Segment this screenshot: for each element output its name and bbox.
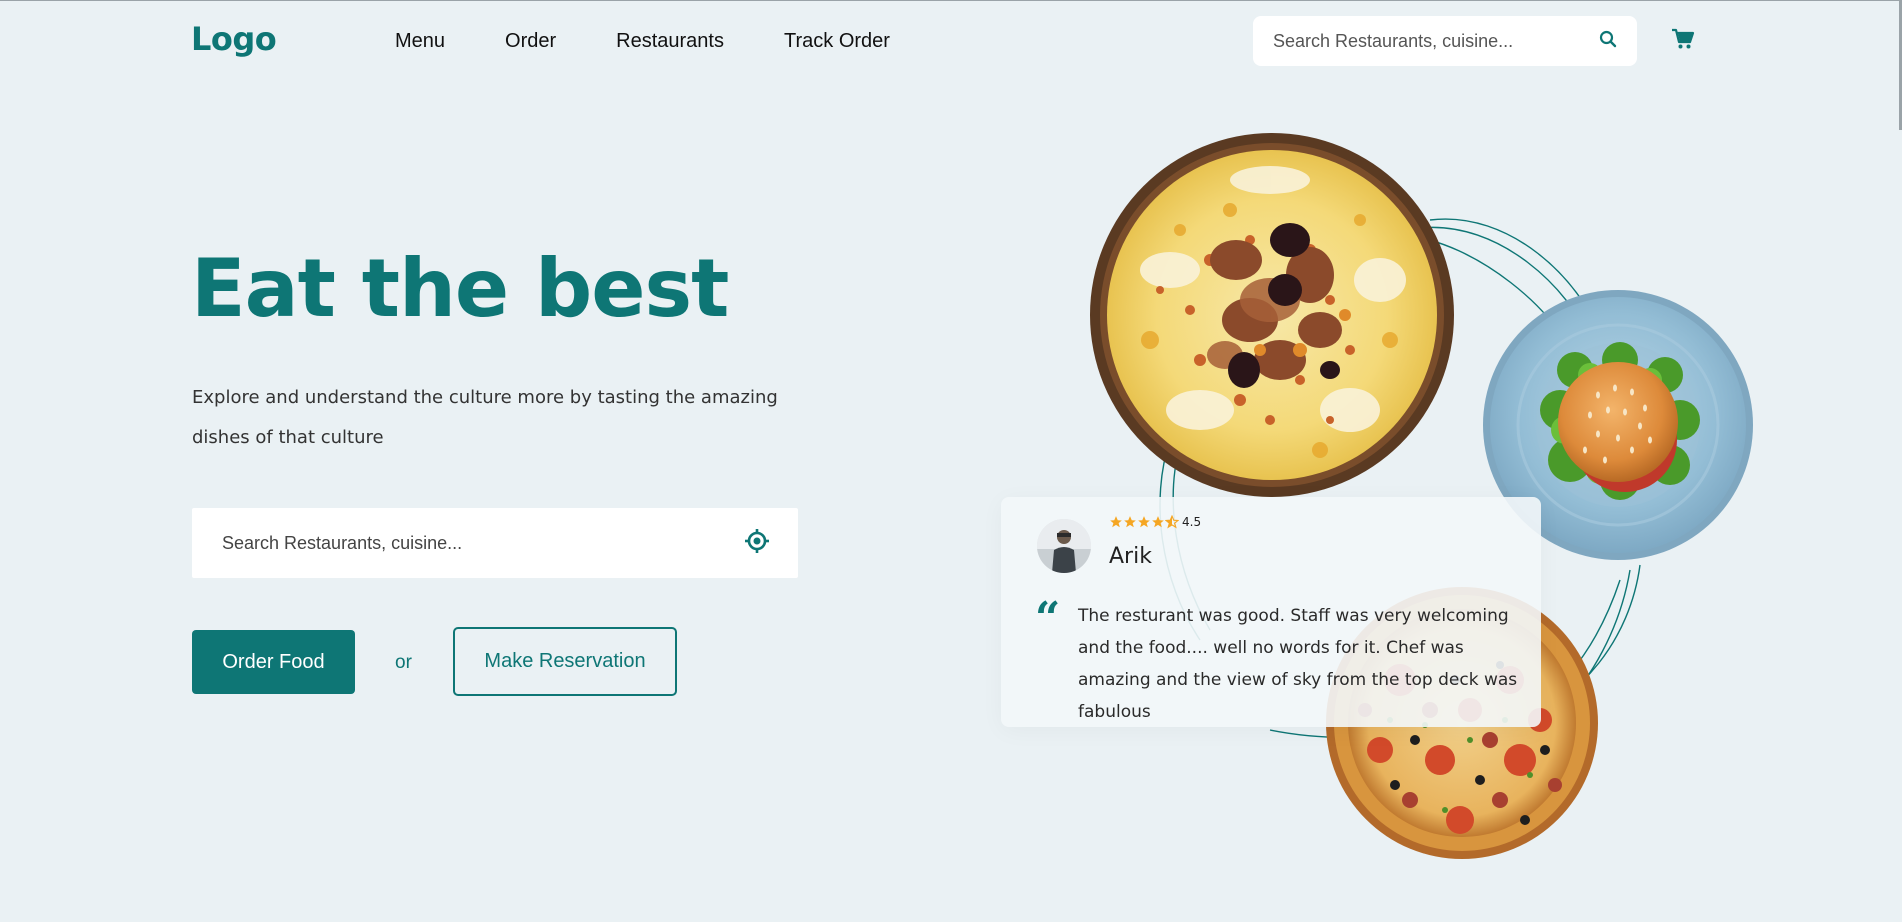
star-icon bbox=[1124, 516, 1136, 528]
main-nav: Menu Order Restaurants Track Order bbox=[395, 30, 950, 53]
hero-headline: Eat the best bbox=[191, 242, 729, 335]
cart-icon[interactable] bbox=[1671, 28, 1695, 55]
hero-search-bar bbox=[192, 508, 798, 578]
header-search-bar bbox=[1253, 16, 1637, 66]
search-icon[interactable] bbox=[1599, 30, 1617, 53]
make-reservation-button[interactable]: Make Reservation bbox=[453, 627, 677, 696]
avatar bbox=[1037, 519, 1091, 573]
star-half-icon bbox=[1165, 515, 1179, 529]
star-icon bbox=[1152, 516, 1164, 528]
nav-restaurants[interactable]: Restaurants bbox=[616, 30, 724, 53]
star-icon bbox=[1110, 516, 1122, 528]
rating-value: 4.5 bbox=[1182, 515, 1202, 529]
reviewer-name: Arik bbox=[1109, 544, 1152, 569]
location-target-icon[interactable] bbox=[744, 528, 770, 559]
hero-search-input[interactable] bbox=[222, 532, 744, 554]
nav-track-order[interactable]: Track Order bbox=[784, 30, 890, 53]
nav-order[interactable]: Order bbox=[505, 30, 556, 53]
rating-stars: 4.5 bbox=[1109, 515, 1201, 529]
logo[interactable]: Logo bbox=[191, 20, 277, 58]
review-card: 4.5 Arik “ The resturant was good. Staff… bbox=[1001, 497, 1541, 727]
quote-icon: “ bbox=[1035, 593, 1061, 644]
header-search-input[interactable] bbox=[1273, 30, 1599, 52]
order-food-button[interactable]: Order Food bbox=[192, 630, 355, 694]
nav-menu[interactable]: Menu bbox=[395, 30, 445, 53]
or-separator: or bbox=[395, 652, 412, 673]
review-text: The resturant was good. Staff was very w… bbox=[1078, 606, 1518, 722]
hero-subtext: Explore and understand the culture more … bbox=[192, 387, 778, 448]
window-top-border bbox=[0, 0, 1902, 1]
star-icon bbox=[1138, 516, 1150, 528]
rice-bowl-image bbox=[1090, 133, 1454, 497]
